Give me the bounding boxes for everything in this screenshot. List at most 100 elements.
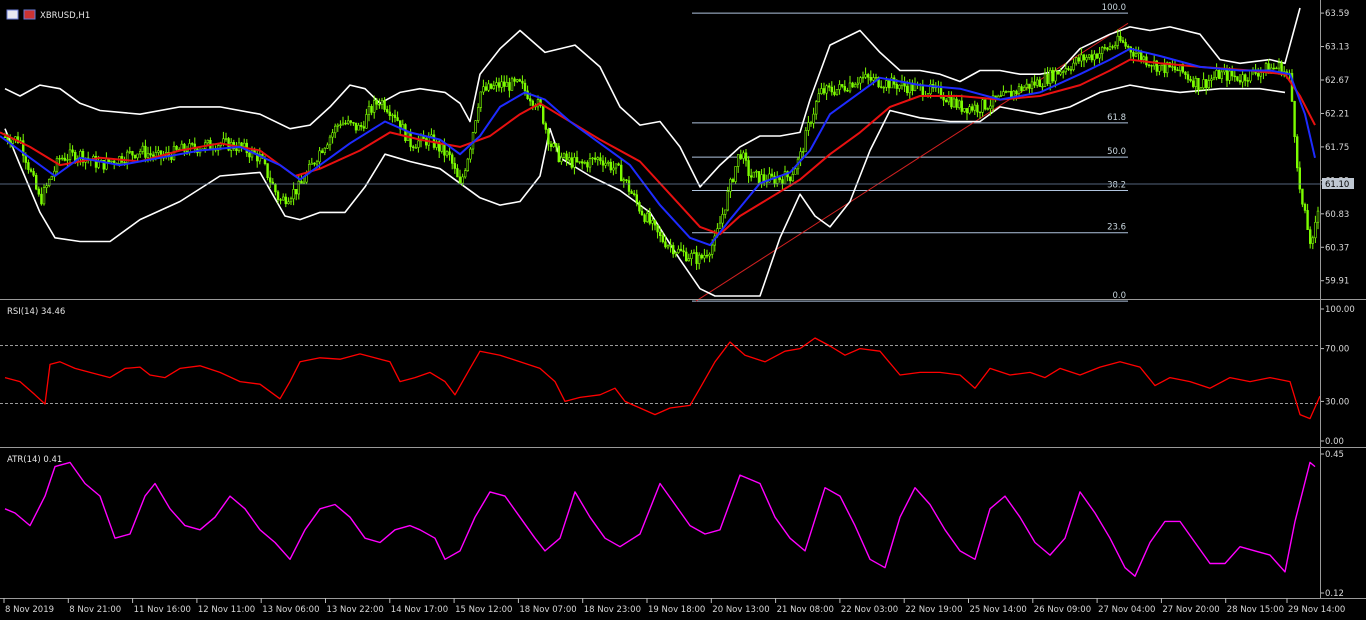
candle-body xyxy=(1002,91,1005,96)
candle-body xyxy=(981,99,984,113)
candle-body xyxy=(367,106,371,115)
candle-body xyxy=(541,105,545,124)
candle-body xyxy=(1314,222,1317,239)
candle-body xyxy=(1257,73,1260,77)
candle-body xyxy=(1220,71,1224,79)
candle-body xyxy=(1249,70,1252,82)
candle-body xyxy=(674,252,678,255)
candle-body xyxy=(848,82,852,92)
candle-body xyxy=(817,93,821,102)
candle-body xyxy=(723,209,727,215)
candle-body xyxy=(1036,79,1039,86)
candle-body xyxy=(827,85,831,88)
candle-body xyxy=(268,177,272,183)
candle-body xyxy=(1124,41,1127,47)
candle-body xyxy=(1114,45,1117,48)
candle-body xyxy=(1043,73,1047,87)
trading-chart[interactable]: XBRUSD,H1 100.061.850.038.223.60.0 63.59… xyxy=(0,0,1366,620)
candle-body xyxy=(133,154,137,159)
candle-body xyxy=(1194,78,1198,87)
candle-body xyxy=(63,157,67,161)
candle-body xyxy=(341,122,345,126)
candle-body xyxy=(843,86,847,91)
candle-body xyxy=(742,152,745,159)
candle-body xyxy=(149,153,152,156)
candle-body xyxy=(502,81,506,87)
candle-body xyxy=(908,82,912,94)
candle-body xyxy=(609,161,613,171)
candle-body xyxy=(752,171,756,178)
candle-body xyxy=(359,125,363,127)
candle-body xyxy=(50,176,54,180)
candle xyxy=(474,120,477,134)
candle-body xyxy=(1056,70,1060,75)
candle-body xyxy=(1301,188,1304,205)
price-tick-label: 62.67 xyxy=(1325,76,1349,86)
candle xyxy=(266,163,269,181)
candle-body xyxy=(583,162,587,164)
candle-body xyxy=(575,157,579,162)
price-tick-label: 63.13 xyxy=(1325,43,1349,53)
candle-body xyxy=(248,152,251,158)
candle-body xyxy=(339,124,342,126)
candle-body xyxy=(328,136,332,146)
candle-body xyxy=(565,153,568,161)
candle xyxy=(50,175,54,180)
rsi-tick-label: 0.00 xyxy=(1325,437,1344,447)
candle xyxy=(557,143,561,163)
candle-body xyxy=(445,151,449,156)
candle-body xyxy=(497,82,501,88)
candle-body xyxy=(687,258,691,262)
candle-body xyxy=(596,157,600,160)
candle-body xyxy=(357,125,360,131)
candle-body xyxy=(557,145,561,163)
candle-body xyxy=(986,108,990,110)
candle-body xyxy=(1199,87,1203,91)
atr-title: ATR(14) 0.41 xyxy=(7,455,62,465)
candle-body xyxy=(42,187,46,205)
candle-body xyxy=(879,86,883,88)
candle-body xyxy=(404,124,407,142)
candle-body xyxy=(243,142,246,147)
candle-body xyxy=(705,255,709,257)
candle-body xyxy=(560,157,563,163)
candle-body xyxy=(393,114,397,118)
candle-body xyxy=(947,97,951,103)
price-axis[interactable]: 63.5963.1362.6762.2161.7561.2960.8360.37… xyxy=(1320,9,1349,287)
candle-body xyxy=(1259,72,1263,77)
candle-body xyxy=(970,106,974,111)
candle-body xyxy=(851,82,854,88)
candle-body xyxy=(34,175,38,190)
candle-body xyxy=(1080,54,1083,62)
candle-body xyxy=(71,149,74,153)
candle-body xyxy=(1095,53,1099,59)
candle-body xyxy=(747,160,750,176)
candle-body xyxy=(580,161,584,164)
candle-body xyxy=(323,147,326,153)
candle-body xyxy=(692,252,696,254)
candle-body xyxy=(1236,76,1239,81)
candle-body xyxy=(1205,79,1208,88)
candle-body xyxy=(718,222,722,230)
candle-body xyxy=(547,129,550,145)
atr-tick-label: 0.12 xyxy=(1325,589,1344,599)
candle-body xyxy=(518,79,522,82)
candle xyxy=(404,123,407,143)
candle-body xyxy=(1142,56,1146,60)
candle xyxy=(34,172,38,191)
candle-body xyxy=(833,91,836,95)
candle-body xyxy=(515,79,519,82)
fibo-level-label: 100.0 xyxy=(1102,3,1126,13)
candle-body xyxy=(729,179,732,192)
candle-body xyxy=(963,108,966,112)
candle-body xyxy=(1064,68,1068,73)
candle-body xyxy=(721,214,724,224)
candle-body xyxy=(1137,52,1140,55)
candle-body xyxy=(365,114,368,129)
flag-icon xyxy=(23,9,36,20)
candle-body xyxy=(354,122,358,131)
time-tick-label: 19 Nov 18:00 xyxy=(648,605,705,615)
candle-body xyxy=(484,86,488,91)
candle xyxy=(804,127,808,152)
candle-body xyxy=(32,171,35,176)
